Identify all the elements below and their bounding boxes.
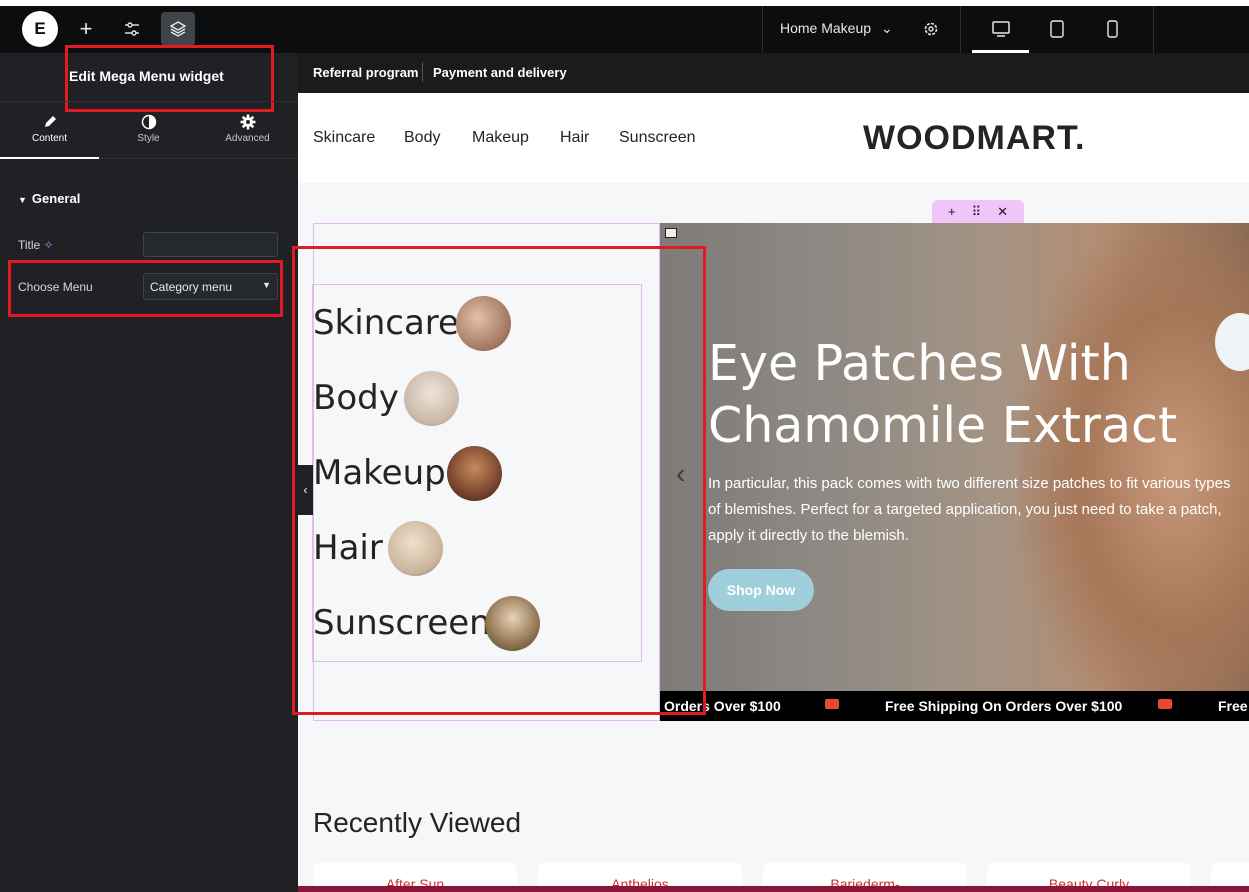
ai-sparkle-icon[interactable]: ✧ <box>44 238 54 252</box>
shipping-marquee: Orders Over $100 Free Shipping On Orders… <box>660 691 1249 721</box>
hero-description: In particular, this pack comes with two … <box>708 475 1231 544</box>
page-settings-gear-icon[interactable] <box>914 12 948 46</box>
title-field-label: Title ✧ <box>18 238 54 252</box>
toolbar-divider <box>1153 6 1154 53</box>
top-link-referral[interactable]: Referral program <box>313 65 418 80</box>
hero-slider: ‹ Eye Patches With Chamomile Extract In … <box>660 223 1249 721</box>
pencil-icon <box>44 116 56 127</box>
drag-handle-icon[interactable]: ⠿ <box>972 204 982 220</box>
marquee-text: Free <box>1218 698 1248 714</box>
mobile-view-icon[interactable] <box>1095 12 1129 46</box>
delete-container-icon[interactable]: ✕ <box>997 204 1008 220</box>
recently-viewed-heading: Recently Viewed <box>313 807 522 838</box>
truck-icon <box>1158 699 1172 709</box>
panel-tabs: Content Style Advanced <box>0 101 298 159</box>
top-link-payment[interactable]: Payment and delivery <box>433 65 567 80</box>
elementor-logo-icon[interactable]: E <box>22 11 58 47</box>
site-logo[interactable]: WOODMART. <box>863 119 1085 158</box>
editor-panel <box>0 53 298 892</box>
caret-down-icon: ▼ <box>18 195 27 205</box>
gear-icon <box>240 114 255 130</box>
highlight-choose-menu <box>8 260 283 317</box>
section-general-toggle[interactable]: ▼ General <box>18 191 80 206</box>
container-handle: + ⠿ ✕ <box>932 200 1024 223</box>
nav-item-skincare[interactable]: Skincare <box>313 129 375 147</box>
nav-item-sunscreen[interactable]: Sunscreen <box>619 129 696 147</box>
add-element-button[interactable]: + <box>69 12 103 46</box>
column-handle-icon[interactable] <box>665 228 677 238</box>
tab-content[interactable]: Content <box>0 102 99 159</box>
tablet-view-icon[interactable] <box>1040 12 1074 46</box>
nav-item-body[interactable]: Body <box>404 129 440 147</box>
nav-item-makeup[interactable]: Makeup <box>472 129 529 147</box>
tab-style[interactable]: Style <box>99 102 198 159</box>
top-link-divider <box>422 62 423 82</box>
contrast-icon <box>141 114 156 130</box>
site-top-strip: Referral program Payment and delivery <box>298 53 1249 93</box>
toolbar-divider <box>960 6 961 53</box>
add-container-icon[interactable]: + <box>948 204 956 219</box>
tab-advanced[interactable]: Advanced <box>198 102 297 159</box>
structure-layers-icon[interactable] <box>161 12 195 46</box>
truck-icon <box>825 699 839 709</box>
page-selector[interactable]: Home Makeup ⌄ <box>780 20 893 37</box>
marquee-text: Free Shipping On Orders Over $100 <box>885 698 1123 714</box>
hero-title-line-1: Eye Patches With <box>708 335 1131 392</box>
site-settings-icon[interactable] <box>115 12 149 46</box>
bottom-accent-bar <box>298 886 1249 892</box>
chevron-down-icon: ⌄ <box>880 20 893 36</box>
site-header <box>298 93 1249 183</box>
nav-item-hair[interactable]: Hair <box>560 129 589 147</box>
shop-now-button[interactable]: Shop Now <box>708 569 814 611</box>
toolbar-divider <box>762 6 763 53</box>
desktop-view-icon[interactable] <box>984 12 1018 46</box>
highlight-mega-menu <box>292 246 706 715</box>
hero-content: Eye Patches With Chamomile Extract In pa… <box>708 333 1248 611</box>
hero-title-line-2: Chamomile Extract <box>708 397 1178 454</box>
title-input[interactable] <box>143 232 278 257</box>
